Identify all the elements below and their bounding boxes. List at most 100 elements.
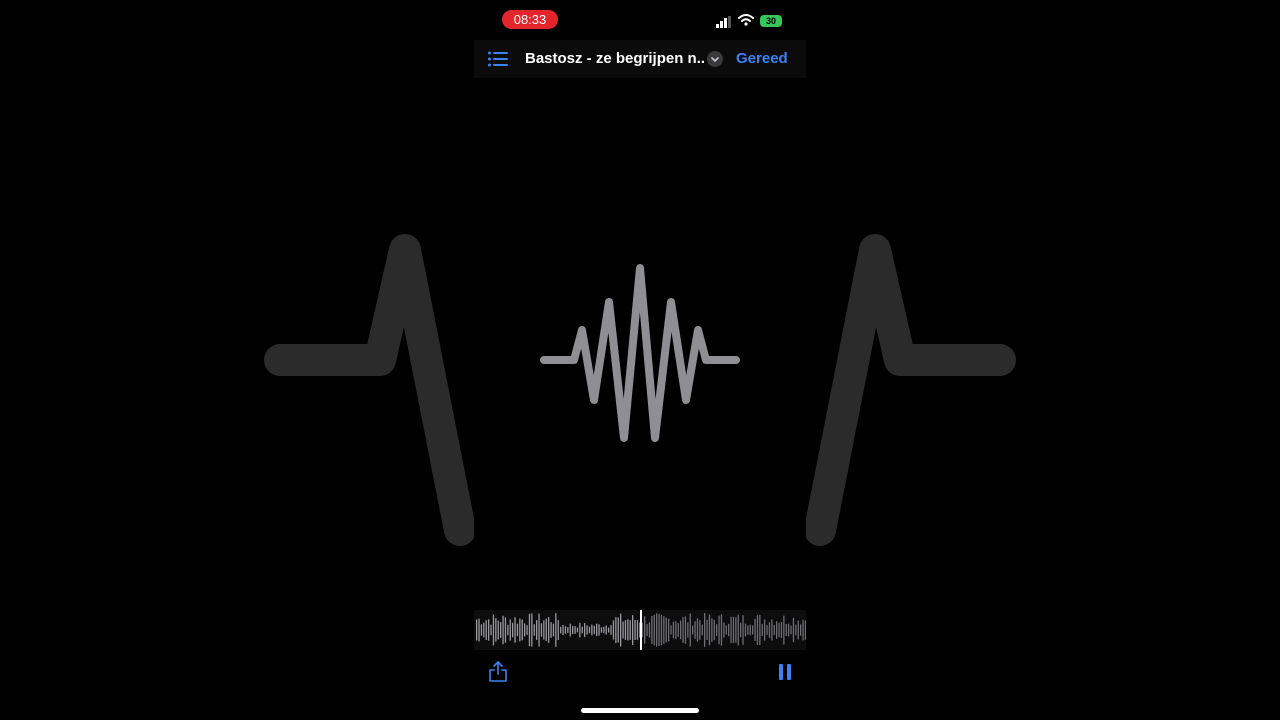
waveform-bar — [754, 618, 756, 642]
waveform-bar — [615, 617, 617, 643]
waveform-bar — [512, 622, 514, 638]
waveform-bar — [524, 623, 526, 637]
waveform-bar — [478, 618, 480, 642]
waveform-bar — [548, 617, 550, 643]
waveform-bar — [596, 623, 598, 637]
pause-icon[interactable] — [778, 664, 792, 680]
waveform-bar — [646, 624, 648, 636]
waveform-bar — [780, 622, 783, 638]
waveform-bar — [500, 622, 502, 638]
waveform-bar — [509, 619, 511, 641]
waveform-bar — [538, 613, 540, 647]
waveform-bar — [492, 614, 495, 646]
waveform-bar — [696, 618, 699, 642]
waveform-bar — [788, 623, 790, 637]
waveform-bar — [735, 617, 737, 643]
waveform-bar — [740, 622, 742, 638]
waveform-bar — [584, 623, 586, 637]
waveform-bar — [675, 621, 677, 639]
waveform-bar — [653, 614, 655, 646]
waveform-bar — [730, 616, 732, 644]
waveform-bar — [648, 622, 651, 638]
waveform-bar — [660, 614, 663, 646]
waveform-bar — [545, 618, 547, 642]
waveform-bar — [792, 617, 795, 643]
waveform-bar — [519, 618, 521, 642]
waveform-bar — [476, 619, 478, 641]
waveform-bar — [586, 625, 588, 635]
waveform-bar — [694, 621, 696, 639]
waveform-bar — [718, 615, 720, 645]
waveform-bar — [773, 624, 775, 635]
waveform-bar — [651, 616, 653, 644]
list-icon[interactable] — [488, 51, 508, 67]
waveform-bar — [572, 626, 574, 634]
waveform-bar — [598, 624, 600, 636]
waveform-bar — [795, 624, 797, 636]
waveform-bar — [507, 624, 509, 636]
waveform-bar — [783, 615, 785, 645]
waveform-bar — [490, 624, 492, 636]
waveform-bar — [684, 616, 687, 644]
waveform-bar — [692, 625, 694, 635]
waveform-bar — [624, 620, 627, 640]
waveform-bar — [574, 626, 576, 634]
waveform-bar — [732, 616, 735, 644]
waveform-bar — [701, 624, 703, 636]
waveform-bar — [610, 625, 612, 635]
waveform-bar — [759, 615, 761, 645]
waveform-bar — [658, 613, 660, 646]
waveform-bar — [711, 618, 713, 642]
waveform-bar — [665, 617, 667, 643]
waveform-bar — [622, 621, 624, 639]
waveform-bar — [608, 627, 610, 633]
done-button[interactable]: Gereed — [736, 50, 788, 67]
waveform-bar — [576, 627, 579, 633]
waveform-bar — [612, 620, 615, 640]
waveform-bar — [756, 615, 759, 645]
waveform-bar — [749, 624, 751, 636]
waveform-bar — [634, 620, 636, 640]
waveform-bar — [720, 614, 723, 646]
waveform-bar — [802, 619, 804, 641]
waveform-bar — [593, 625, 595, 635]
waveform-bar — [588, 626, 591, 634]
home-indicator[interactable] — [581, 708, 699, 713]
waveform-bar — [552, 623, 555, 637]
wifi-icon — [738, 14, 754, 26]
waveform-bar — [550, 622, 552, 638]
waveform-bar — [483, 622, 485, 638]
waveform-bar — [603, 626, 605, 634]
waveform-bar — [644, 616, 646, 644]
battery-icon: 30 — [760, 15, 782, 27]
waveform-bar — [600, 627, 603, 633]
waveform-bar — [516, 623, 519, 637]
waveform-bar — [704, 613, 706, 647]
waveform-bar — [540, 623, 543, 637]
waveform-bar — [495, 618, 497, 642]
waveform-bar — [605, 625, 607, 635]
waveform-bar — [668, 618, 670, 642]
waveform-bar — [528, 613, 531, 647]
phone-screen: 08:33 30 Bastosz - ze begrijpen n... Ger… — [474, 0, 806, 720]
title-options-button[interactable] — [707, 51, 723, 67]
recording-title[interactable]: Bastosz - ze begrijpen n... — [525, 50, 705, 67]
waveform-bar — [778, 622, 780, 638]
waveform-bar — [723, 622, 725, 638]
chevron-down-icon — [711, 57, 719, 63]
waveform-bar — [557, 620, 559, 640]
waveform-bar — [569, 623, 571, 637]
waveform-bar — [677, 623, 679, 637]
waveform-bar — [620, 613, 622, 647]
share-icon[interactable] — [488, 661, 508, 683]
status-time[interactable]: 08:33 — [502, 10, 558, 29]
waveform-bar — [497, 620, 499, 640]
waveform-bar — [627, 619, 629, 641]
waveform-bar — [533, 624, 535, 636]
playhead[interactable] — [640, 610, 642, 650]
waveform-bar — [747, 625, 749, 635]
waveform-bar — [564, 626, 567, 634]
waveform-bar — [555, 613, 557, 647]
waveform-bar — [766, 625, 768, 635]
cellular-signal-icon — [716, 16, 731, 28]
